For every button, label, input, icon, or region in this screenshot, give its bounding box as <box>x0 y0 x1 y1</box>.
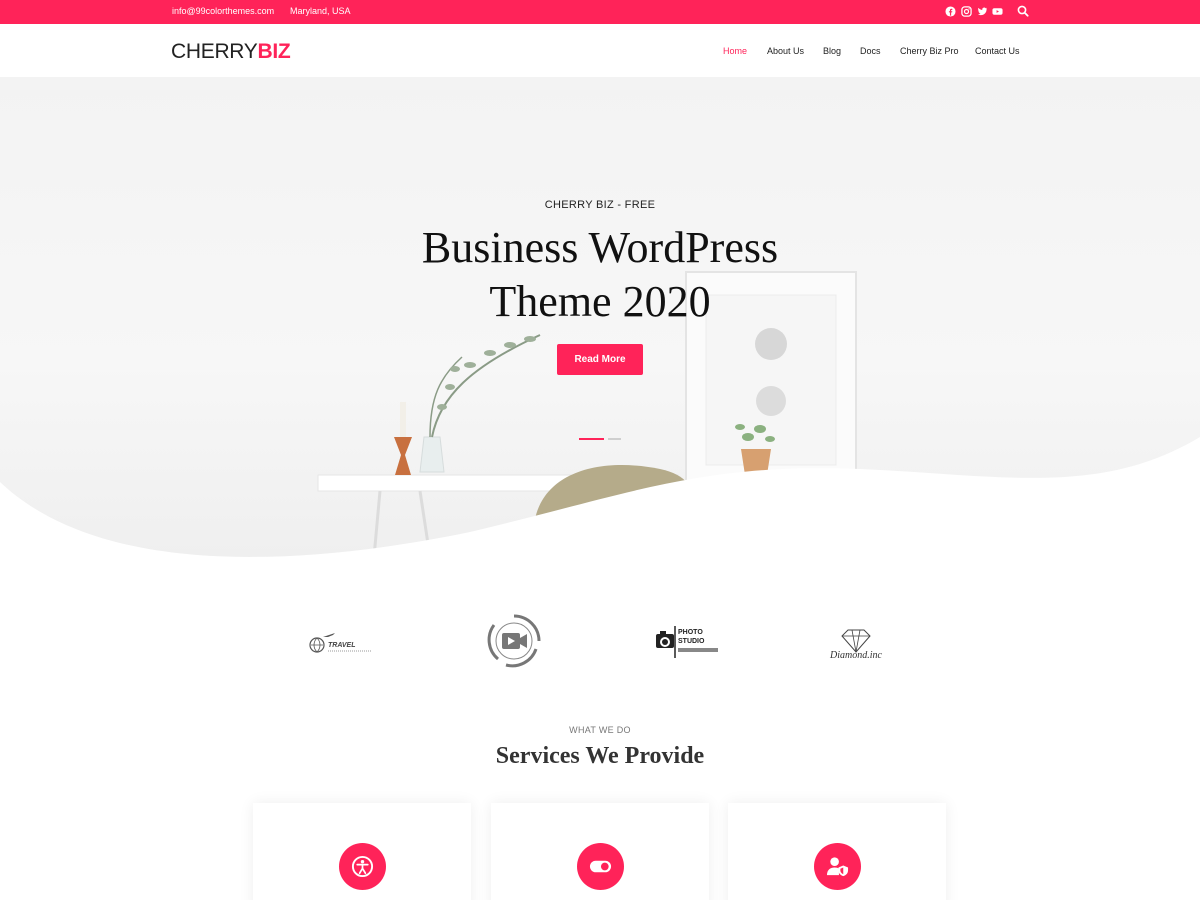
top-bar: info@99colorthemes.com Maryland, USA <box>0 0 1200 24</box>
service-card-2[interactable] <box>491 803 709 900</box>
photo-studio-brand-logo[interactable]: PHOTO STUDIO <box>654 624 720 660</box>
read-more-button[interactable]: Read More <box>557 344 643 375</box>
diamond-brand-logo[interactable]: Diamond.inc <box>828 622 892 662</box>
twitter-icon[interactable] <box>977 6 988 17</box>
logo-text-cherry: CHERRY <box>171 40 258 63</box>
video-brand-logo[interactable] <box>486 613 542 669</box>
hero-kicker: CHERRY BIZ - FREE <box>544 199 656 211</box>
service-card-1[interactable] <box>253 803 471 900</box>
photo-logo-text-1: PHOTO <box>678 629 703 636</box>
travel-logo-text: TRAVEL <box>328 642 355 649</box>
slider-dot-2[interactable] <box>608 438 621 440</box>
hero-slider: CHERRY BIZ - FREE Business WordPress The… <box>0 77 1200 557</box>
site-header: CHERRYBIZ Home About Us Blog Docs Cherry… <box>0 24 1200 77</box>
hero-title-line-2: Theme 2020 <box>489 277 711 326</box>
nav-about-us[interactable]: About Us <box>767 46 804 56</box>
travel-brand-logo[interactable]: TRAVEL <box>308 626 378 656</box>
photo-logo-text-2: STUDIO <box>678 638 705 645</box>
site-logo[interactable]: CHERRYBIZ <box>171 40 291 64</box>
services-title: Services We Provide <box>495 743 705 769</box>
nav-home[interactable]: Home <box>723 46 747 56</box>
contact-email[interactable]: info@99colorthemes.com <box>172 6 274 16</box>
hero-title-line-1: Business WordPress <box>421 223 779 272</box>
user-shield-icon <box>814 843 861 890</box>
contact-location: Maryland, USA <box>290 6 351 16</box>
toggle-icon <box>577 843 624 890</box>
service-card-3[interactable] <box>728 803 946 900</box>
accessibility-icon <box>339 843 386 890</box>
logo-text-biz: BIZ <box>257 40 291 63</box>
nav-contact-us[interactable]: Contact Us <box>975 46 1020 56</box>
hero-title: Business WordPress Theme 2020 <box>0 221 1200 329</box>
diamond-logo-text: Diamond.inc <box>829 650 883 661</box>
nav-cherry-biz-pro[interactable]: Cherry Biz Pro <box>900 46 959 56</box>
search-icon[interactable] <box>1017 5 1029 17</box>
services-kicker: WHAT WE DO <box>569 725 631 735</box>
slider-dot-1[interactable] <box>579 438 604 440</box>
nav-blog[interactable]: Blog <box>823 46 841 56</box>
nav-docs[interactable]: Docs <box>860 46 881 56</box>
youtube-icon[interactable] <box>992 6 1003 17</box>
instagram-icon[interactable] <box>961 6 972 17</box>
facebook-icon[interactable] <box>945 6 956 17</box>
